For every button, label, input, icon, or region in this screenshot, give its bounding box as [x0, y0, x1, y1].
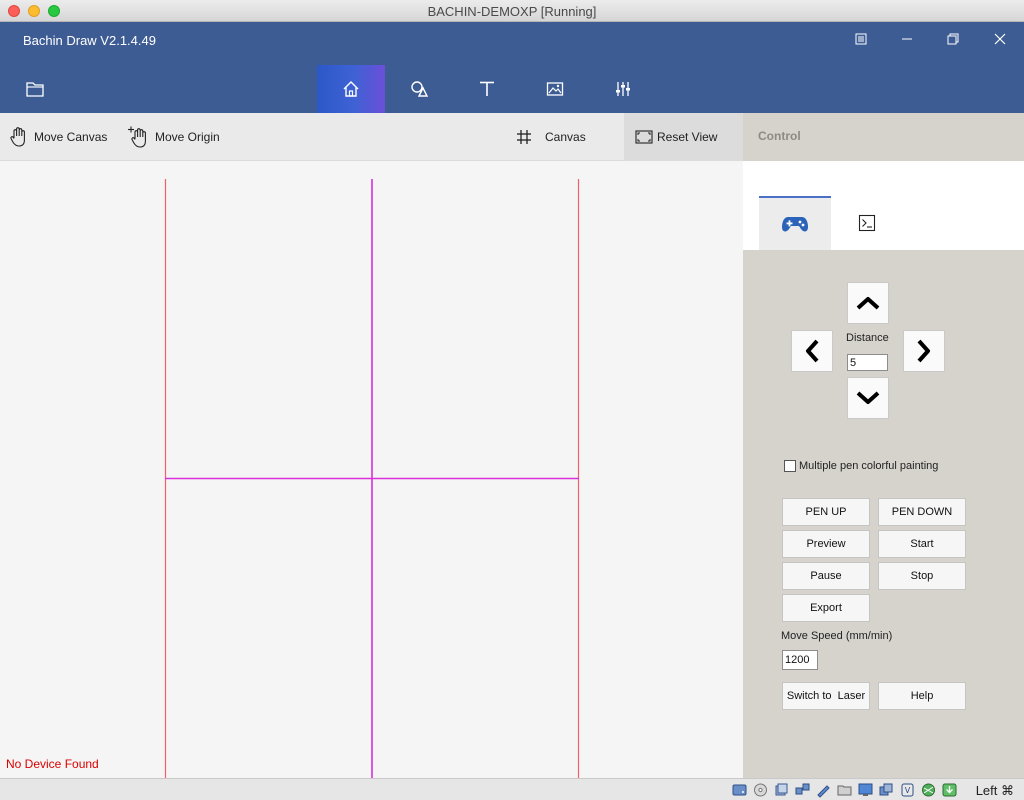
svg-text:V: V	[905, 786, 911, 795]
tab-text[interactable]	[453, 65, 521, 113]
canvas-drawing	[164, 179, 580, 778]
grid-icon	[517, 130, 531, 144]
arrow-left-icon	[806, 339, 819, 363]
cpu-icon[interactable]: V	[899, 782, 916, 798]
network-icon[interactable]	[794, 782, 811, 798]
multi-pen-checkbox[interactable]	[784, 460, 796, 472]
switch-laser-button[interactable]: Switch to Laser	[782, 682, 870, 710]
move-origin-label: Move Origin	[155, 130, 220, 144]
terminal-icon	[858, 214, 876, 232]
video-capture-icon[interactable]	[878, 782, 895, 798]
globe-icon[interactable]	[920, 782, 937, 798]
stop-button[interactable]: Stop	[878, 562, 966, 590]
device-status-text: No Device Found	[6, 757, 99, 771]
reset-view-label: Reset View	[657, 130, 718, 144]
home-icon	[343, 81, 359, 97]
text-icon	[480, 81, 494, 96]
tab-shapes[interactable]	[385, 65, 453, 113]
shared-folder-icon[interactable]	[836, 782, 853, 798]
canvas-button[interactable]: Canvas	[514, 113, 586, 161]
download-icon[interactable]	[941, 782, 958, 798]
hand-plus-icon	[128, 126, 146, 148]
control-panel-title: Control	[758, 129, 801, 143]
move-speed-label: Move Speed (mm/min)	[781, 630, 893, 642]
usb-icon[interactable]	[815, 782, 832, 798]
multi-pen-option[interactable]: Multiple pen colorful painting	[784, 460, 938, 472]
move-canvas-button[interactable]: Move Canvas	[8, 113, 107, 161]
jog-left-button[interactable]	[791, 330, 833, 372]
move-speed-input[interactable]	[782, 650, 818, 670]
move-origin-button[interactable]: Move Origin	[127, 113, 220, 161]
tab-home[interactable]	[317, 65, 385, 113]
hard-disk-icon[interactable]	[731, 782, 748, 798]
move-canvas-label: Move Canvas	[34, 130, 108, 144]
audio-icon[interactable]	[773, 782, 790, 798]
tab-settings[interactable]	[589, 65, 657, 113]
start-button[interactable]: Start	[878, 530, 966, 558]
preview-button[interactable]: Preview	[782, 530, 870, 558]
optical-drive-icon[interactable]	[752, 782, 769, 798]
display-icon[interactable]	[857, 782, 874, 798]
restore-icon[interactable]	[942, 30, 964, 48]
arrow-down-icon	[856, 391, 880, 404]
fit-view-icon	[635, 130, 653, 144]
multi-pen-label: Multiple pen colorful painting	[799, 460, 939, 472]
tab-image[interactable]	[521, 65, 589, 113]
jog-right-button[interactable]	[903, 330, 945, 372]
app-header: Bachin Draw V2.1.4.49	[0, 22, 1024, 113]
host-key-indicator: Left ⌘	[975, 783, 1014, 798]
window-titlebar: BACHIN-DEMOXP [Running]	[0, 0, 1024, 22]
menu-icon[interactable]	[850, 30, 872, 48]
shapes-icon	[411, 81, 429, 97]
open-file-button[interactable]	[22, 78, 48, 100]
window-title: BACHIN-DEMOXP [Running]	[427, 4, 597, 19]
reset-view-button[interactable]: Reset View	[624, 113, 743, 161]
arrow-up-icon	[856, 297, 880, 310]
gamepad-icon	[782, 217, 808, 232]
hand-icon	[10, 127, 25, 147]
jog-down-button[interactable]	[847, 377, 889, 419]
help-button[interactable]: Help	[878, 682, 966, 710]
jog-up-button[interactable]	[847, 282, 889, 324]
pause-button[interactable]: Pause	[782, 562, 870, 590]
distance-label: Distance	[846, 332, 889, 344]
pen-down-button[interactable]: PEN DOWN	[878, 498, 966, 526]
arrow-right-icon	[917, 339, 930, 363]
sliders-icon	[616, 82, 630, 96]
app-title: Bachin Draw V2.1.4.49	[23, 33, 156, 48]
distance-input[interactable]	[847, 354, 888, 371]
canvas-toolbar: Move Canvas Move Origin Canvas Reset Vie…	[0, 113, 743, 161]
image-icon	[546, 82, 564, 96]
tab-terminal[interactable]	[831, 196, 903, 250]
vm-status-icons: V	[731, 782, 958, 798]
canvas-label: Canvas	[545, 130, 586, 144]
close-icon[interactable]	[989, 30, 1011, 48]
vm-statusbar: V Left ⌘	[0, 778, 1024, 800]
control-tabs	[743, 161, 1024, 250]
drawing-canvas[interactable]: No Device Found	[0, 161, 743, 778]
control-panel: Control Distance Multiple pen colorful p…	[743, 113, 1024, 778]
tab-gamepad[interactable]	[759, 196, 831, 250]
folder-icon	[26, 82, 44, 97]
export-button[interactable]: Export	[782, 594, 870, 622]
minimize-icon[interactable]	[896, 30, 918, 48]
pen-up-button[interactable]: PEN UP	[782, 498, 870, 526]
